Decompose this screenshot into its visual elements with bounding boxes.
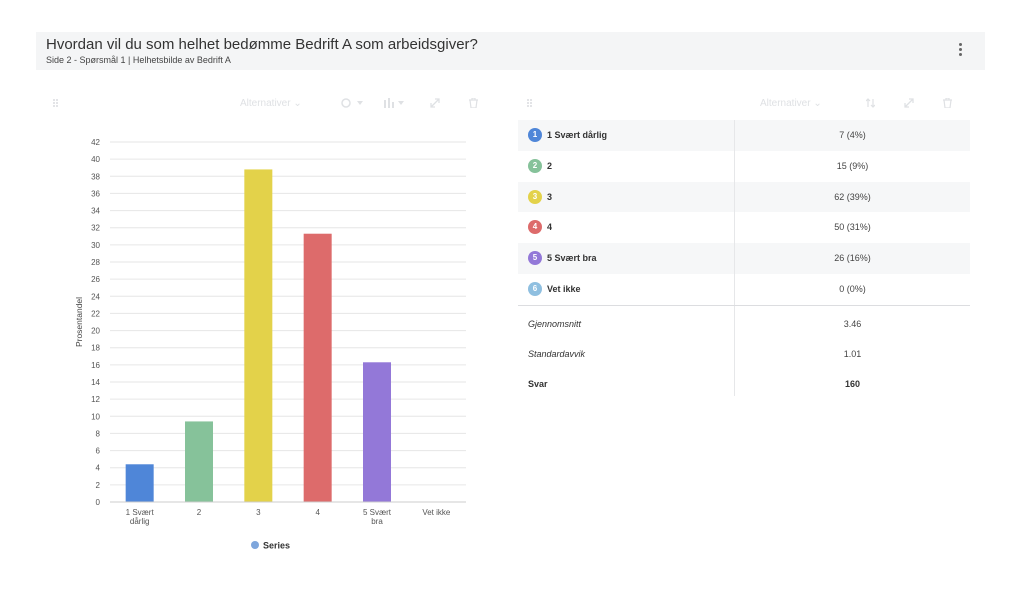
bar-chart: 024681012141618202224262830323436384042P… (74, 138, 466, 551)
y-tick-label: 18 (91, 344, 100, 353)
option-count: 50 (31%) (834, 222, 871, 233)
table-row: 5 5 Svært bra 26 (16%) (518, 243, 970, 274)
y-tick-label: 32 (91, 224, 100, 233)
option-count: 26 (16%) (834, 253, 871, 264)
option-label: 3 (547, 191, 553, 202)
legend-label: Series (263, 541, 290, 551)
y-tick-label: 2 (96, 481, 101, 490)
table-row: 1 1 Svært dårlig 7 (4%) (518, 120, 970, 151)
option-count: 15 (9%) (836, 160, 869, 171)
option-number-badge: 4 (528, 220, 542, 235)
table-row: 2 2 15 (9%) (518, 151, 970, 182)
option-number-badge: 3 (528, 189, 542, 204)
trash-icon[interactable] (469, 98, 478, 108)
x-tick-label: 3 (256, 508, 261, 517)
bar-chart-icon[interactable] (384, 98, 406, 108)
stat-value: 3.46 (843, 319, 862, 329)
y-tick-label: 28 (91, 258, 100, 267)
option-number-badge: 6 (528, 281, 542, 296)
trash-icon[interactable] (943, 98, 952, 108)
alternatives-label: Alternativer (240, 98, 291, 109)
alternatives-dropdown[interactable]: Alternativer ⌄ (240, 98, 302, 109)
option-number-badge: 1 (528, 128, 542, 142)
y-tick-label: 8 (96, 429, 101, 438)
page-title: Hvordan vil du som helhet bedømme Bedrif… (46, 36, 478, 53)
question-header: Hvordan vil du som helhet bedømme Bedrif… (36, 32, 985, 70)
y-tick-label: 20 (91, 327, 100, 336)
table-row: 4 4 50 (31%) (518, 212, 970, 243)
y-tick-label: 16 (91, 361, 100, 370)
stat-label: Gjennomsnitt (528, 319, 582, 329)
more-menu-icon[interactable] (959, 43, 963, 57)
option-label: 2 (547, 160, 553, 171)
y-tick-label: 14 (91, 378, 100, 387)
stat-row: Standardavvik 1.01 (518, 339, 970, 369)
x-tick-label: 4 (315, 508, 320, 517)
option-label: 4 (547, 222, 553, 233)
y-tick-label: 4 (96, 464, 101, 473)
bar[interactable] (185, 421, 213, 502)
y-tick-label: 10 (91, 412, 100, 421)
y-tick-label: 22 (91, 309, 100, 318)
expand-icon[interactable] (904, 98, 914, 108)
y-tick-label: 42 (91, 138, 100, 147)
option-label: Vet ikke (547, 283, 581, 294)
chevron-down-icon: ⌄ (293, 98, 302, 109)
stats-divider (518, 305, 970, 306)
y-tick-label: 34 (91, 207, 100, 216)
grip-icon[interactable] (527, 99, 533, 109)
chevron-down-icon: ⌄ (813, 98, 822, 109)
x-tick-label: 1 Svært dårlig (126, 508, 155, 526)
option-number-badge: 5 (528, 251, 542, 266)
y-tick-label: 6 (96, 447, 101, 456)
y-tick-label: 40 (91, 155, 100, 164)
stat-row: Svar 160 (518, 369, 970, 399)
x-tick-label: 2 (197, 508, 202, 517)
table-row: 6 Vet ikke 0 (0%) (518, 274, 970, 305)
y-tick-label: 38 (91, 172, 100, 181)
legend-marker (251, 541, 259, 549)
page-subtitle: Side 2 - Spørsmål 1 | Helhetsbilde av Be… (46, 55, 231, 65)
results-table: 1 1 Svært dårlig 7 (4%) 2 2 15 (9%) 3 3 62 (39%)… (518, 120, 970, 305)
stat-value: 1.01 (843, 349, 862, 359)
palette-icon[interactable] (341, 98, 365, 108)
bar[interactable] (244, 169, 273, 502)
x-tick-label: 5 Svært bra (363, 508, 392, 526)
y-tick-label: 24 (91, 292, 100, 301)
stat-label: Standardavvik (528, 349, 586, 359)
option-count: 62 (39%) (834, 191, 871, 202)
alternatives-label: Alternativer (760, 98, 811, 109)
y-tick-label: 30 (91, 241, 100, 250)
stat-label: Svar (528, 379, 548, 389)
y-tick-label: 0 (96, 498, 101, 507)
y-tick-label: 26 (91, 275, 100, 284)
option-number-badge: 2 (528, 158, 542, 173)
grip-icon[interactable] (53, 99, 59, 109)
y-tick-label: 12 (91, 395, 100, 404)
sort-icon[interactable] (866, 98, 875, 108)
x-tick-label: Vet ikke (422, 508, 451, 517)
option-count: 0 (0%) (839, 283, 866, 294)
y-tick-label: 36 (91, 189, 100, 198)
option-label: 1 Svært dårlig (547, 130, 608, 140)
bar[interactable] (125, 464, 154, 502)
bar[interactable] (303, 233, 332, 502)
table-row: 3 3 62 (39%) (518, 181, 970, 213)
option-label: 5 Svært bra (547, 253, 597, 264)
alternatives-dropdown[interactable]: Alternativer ⌄ (760, 98, 822, 109)
expand-icon[interactable] (430, 98, 440, 108)
y-axis-label: Prosentandel (74, 297, 84, 347)
option-count: 7 (4%) (839, 130, 866, 140)
stat-row: Gjennomsnitt 3.46 (518, 309, 970, 339)
stat-value: 160 (844, 379, 861, 389)
bar[interactable] (363, 362, 391, 502)
